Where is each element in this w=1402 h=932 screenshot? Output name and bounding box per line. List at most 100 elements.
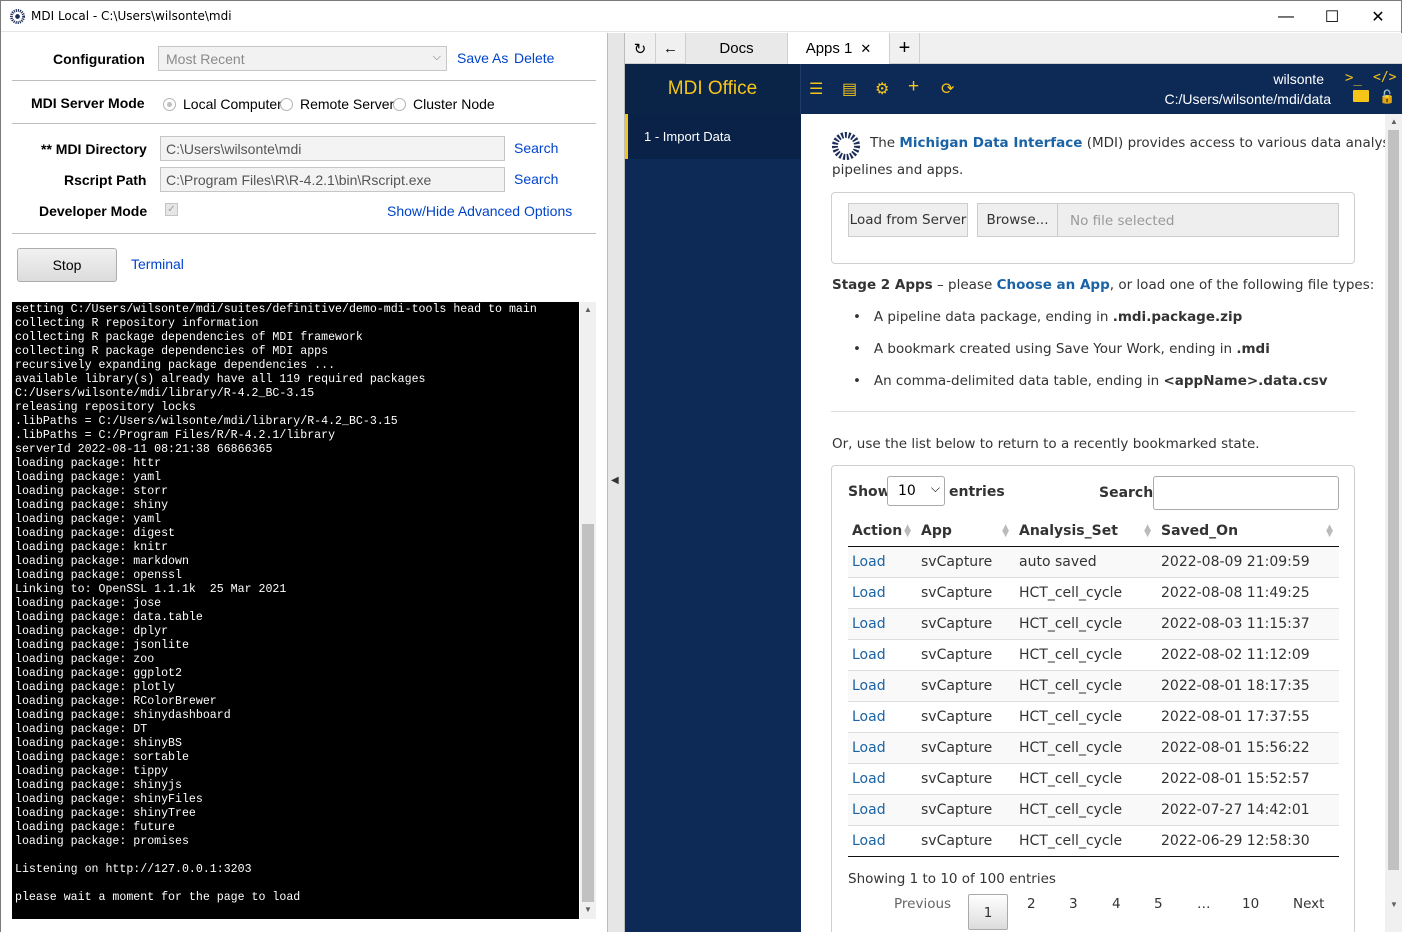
sidebar-item-import-data[interactable]: 1 - Import Data bbox=[625, 114, 801, 159]
plus-icon[interactable]: + bbox=[908, 76, 919, 98]
stage2-text: Stage 2 Apps – please Choose an App, or … bbox=[832, 277, 1374, 293]
pager-page-10[interactable]: 10 bbox=[1242, 896, 1259, 912]
chevron-down-icon: ⌵ bbox=[432, 51, 441, 63]
pager-page-1[interactable]: 1 bbox=[968, 894, 1008, 930]
bullet-bold: .mdi bbox=[1236, 341, 1270, 357]
pager-page-3[interactable]: 3 bbox=[1069, 896, 1078, 912]
column-header-app[interactable]: App ▲ ▼ bbox=[917, 517, 1015, 547]
radio-remote-server[interactable]: Remote Server bbox=[280, 96, 394, 112]
intro-text-pre: The bbox=[870, 135, 900, 151]
scroll-down-icon[interactable]: ▼ bbox=[584, 905, 592, 914]
rscript-search-link[interactable]: Search bbox=[514, 171, 558, 187]
terminal-link[interactable]: Terminal bbox=[131, 256, 184, 272]
table-row: Load svCapture HCT_cell_cycle 2022-07-27 14… bbox=[848, 793, 1339, 825]
column-header-analysis-set[interactable]: Analysis_Set ▲ ▼ bbox=[1015, 517, 1157, 547]
pager-page-5[interactable]: 5 bbox=[1154, 896, 1163, 912]
sort-icon: ▲ ▼ bbox=[1144, 523, 1151, 539]
table-row: Load svCapture HCT_cell_cycle 2022-08-02 11… bbox=[848, 638, 1339, 670]
content-scrollbar[interactable]: ▲ ▼ bbox=[1385, 114, 1402, 932]
column-header-action[interactable]: Action ▲ ▼ bbox=[848, 517, 917, 547]
mdi-directory-input[interactable]: C:\Users\wilsonte\mdi bbox=[160, 136, 505, 161]
load-from-server-button[interactable]: Load from Server bbox=[848, 203, 968, 237]
rscript-path-input[interactable]: C:\Program Files\R\R-4.2.1\bin\Rscript.e… bbox=[160, 167, 505, 192]
table-row: Load svCapture HCT_cell_cycle 2022-08-01 17… bbox=[848, 700, 1339, 732]
cell-saved-on: 2022-08-01 15:56:22 bbox=[1157, 731, 1339, 763]
tab-docs[interactable]: Docs bbox=[686, 33, 788, 64]
reload-icon[interactable]: ↻ bbox=[625, 33, 656, 64]
delete-link[interactable]: Delete bbox=[514, 50, 554, 66]
stop-button[interactable]: Stop bbox=[17, 248, 117, 282]
scroll-up-icon[interactable]: ▲ bbox=[1390, 117, 1398, 126]
radio-local-computer[interactable]: Local Computer bbox=[163, 96, 282, 112]
scrollbar-thumb[interactable] bbox=[1388, 130, 1399, 870]
table-row: Load svCapture auto saved 2022-08-09 21:09:… bbox=[848, 546, 1339, 577]
minimize-button[interactable]: — bbox=[1263, 1, 1309, 32]
load-link[interactable]: Load bbox=[848, 762, 917, 794]
show-hide-advanced-link[interactable]: Show/Hide Advanced Options bbox=[387, 203, 572, 219]
bullet-text: An comma-delimited data table, ending in bbox=[873, 373, 1164, 389]
server-mode-label: MDI Server Mode bbox=[31, 95, 145, 111]
scroll-down-icon[interactable]: ▼ bbox=[1390, 900, 1398, 909]
back-arrow-icon[interactable]: ← bbox=[656, 33, 686, 64]
divider bbox=[12, 233, 596, 234]
table-search-input[interactable] bbox=[1153, 476, 1339, 510]
choose-app-link[interactable]: Choose an App bbox=[997, 277, 1110, 293]
entries-select[interactable]: 10 ⌵ bbox=[887, 476, 945, 506]
cell-saved-on: 2022-08-01 15:52:57 bbox=[1157, 762, 1339, 794]
pane-splitter[interactable]: ◀ bbox=[607, 33, 625, 932]
load-link[interactable]: Load bbox=[848, 669, 917, 701]
code-icon[interactable]: </> bbox=[1373, 70, 1396, 85]
developer-mode-checkbox[interactable]: ✓ bbox=[165, 203, 178, 216]
console-scrollbar[interactable]: ▲ ▼ bbox=[580, 302, 596, 919]
config-select[interactable]: Most Recent ⌵ bbox=[158, 46, 447, 71]
app-header: MDI Office ☰ ▤ ⚙ + ⟳ wilsonte >_ </> C:/… bbox=[625, 64, 1402, 114]
tab-apps[interactable]: Apps 1 ✕ bbox=[788, 33, 890, 64]
load-link[interactable]: Load bbox=[848, 546, 917, 577]
load-link[interactable]: Load bbox=[848, 607, 917, 639]
load-link[interactable]: Load bbox=[848, 638, 917, 670]
gear-icon[interactable]: ⚙ bbox=[875, 79, 889, 99]
lock-icon[interactable]: 🔓 bbox=[1379, 89, 1395, 105]
cell-saved-on: 2022-07-27 14:42:01 bbox=[1157, 793, 1339, 825]
load-link[interactable]: Load bbox=[848, 576, 917, 608]
refresh-icon[interactable]: ⟳ bbox=[941, 79, 954, 99]
browse-button[interactable]: Browse... bbox=[977, 203, 1058, 237]
close-window-button[interactable]: ✕ bbox=[1355, 1, 1401, 32]
config-label: Configuration bbox=[53, 51, 145, 67]
folder-icon[interactable] bbox=[1353, 90, 1369, 102]
pager-page-2[interactable]: 2 bbox=[1027, 896, 1036, 912]
mdi-directory-search-link[interactable]: Search bbox=[514, 140, 558, 156]
table-info: Showing 1 to 10 of 100 entries bbox=[848, 871, 1056, 887]
bookmark-icon[interactable]: ▤ bbox=[842, 79, 857, 99]
maximize-button[interactable]: ☐ bbox=[1309, 1, 1355, 32]
bullet-bold: <appName>.data.csv bbox=[1163, 373, 1328, 389]
load-link[interactable]: Load bbox=[848, 731, 917, 763]
pager-next[interactable]: Next bbox=[1293, 896, 1324, 912]
close-tab-icon[interactable]: ✕ bbox=[860, 41, 871, 57]
cell-analysis-set: HCT_cell_cycle bbox=[1015, 793, 1157, 825]
load-link[interactable]: Load bbox=[848, 824, 917, 857]
load-link[interactable]: Load bbox=[848, 793, 917, 825]
scrollbar-thumb[interactable] bbox=[582, 524, 594, 902]
collapse-left-icon[interactable]: ◀ bbox=[611, 475, 619, 486]
intro-text-line2: pipelines and apps. bbox=[832, 162, 964, 178]
save-as-link[interactable]: Save As bbox=[457, 50, 508, 66]
column-header-saved-on[interactable]: Saved_On ▲ ▼ bbox=[1157, 517, 1339, 547]
cell-saved-on: 2022-08-09 21:09:59 bbox=[1157, 546, 1339, 577]
cell-app: svCapture bbox=[917, 793, 1015, 825]
user-name: wilsonte bbox=[1273, 71, 1324, 87]
column-label: App bbox=[921, 523, 952, 540]
intro-text-post: (MDI) provides access to various data an… bbox=[1082, 135, 1385, 151]
pager-previous[interactable]: Previous bbox=[894, 896, 951, 912]
pager-page-4[interactable]: 4 bbox=[1112, 896, 1121, 912]
add-tab-button[interactable]: + bbox=[890, 33, 920, 64]
column-label: Analysis_Set bbox=[1019, 523, 1118, 540]
radio-cluster-node[interactable]: Cluster Node bbox=[393, 96, 495, 112]
config-select-value: Most Recent bbox=[166, 51, 245, 67]
load-link[interactable]: Load bbox=[848, 700, 917, 732]
window-title: MDI Local - C:\Users\wilsonte\mdi bbox=[31, 9, 232, 23]
terminal-icon[interactable]: >_ bbox=[1345, 70, 1362, 86]
scroll-up-icon[interactable]: ▲ bbox=[584, 305, 592, 314]
menu-icon[interactable]: ☰ bbox=[809, 79, 823, 99]
mdi-link[interactable]: Michigan Data Interface bbox=[899, 135, 1082, 151]
